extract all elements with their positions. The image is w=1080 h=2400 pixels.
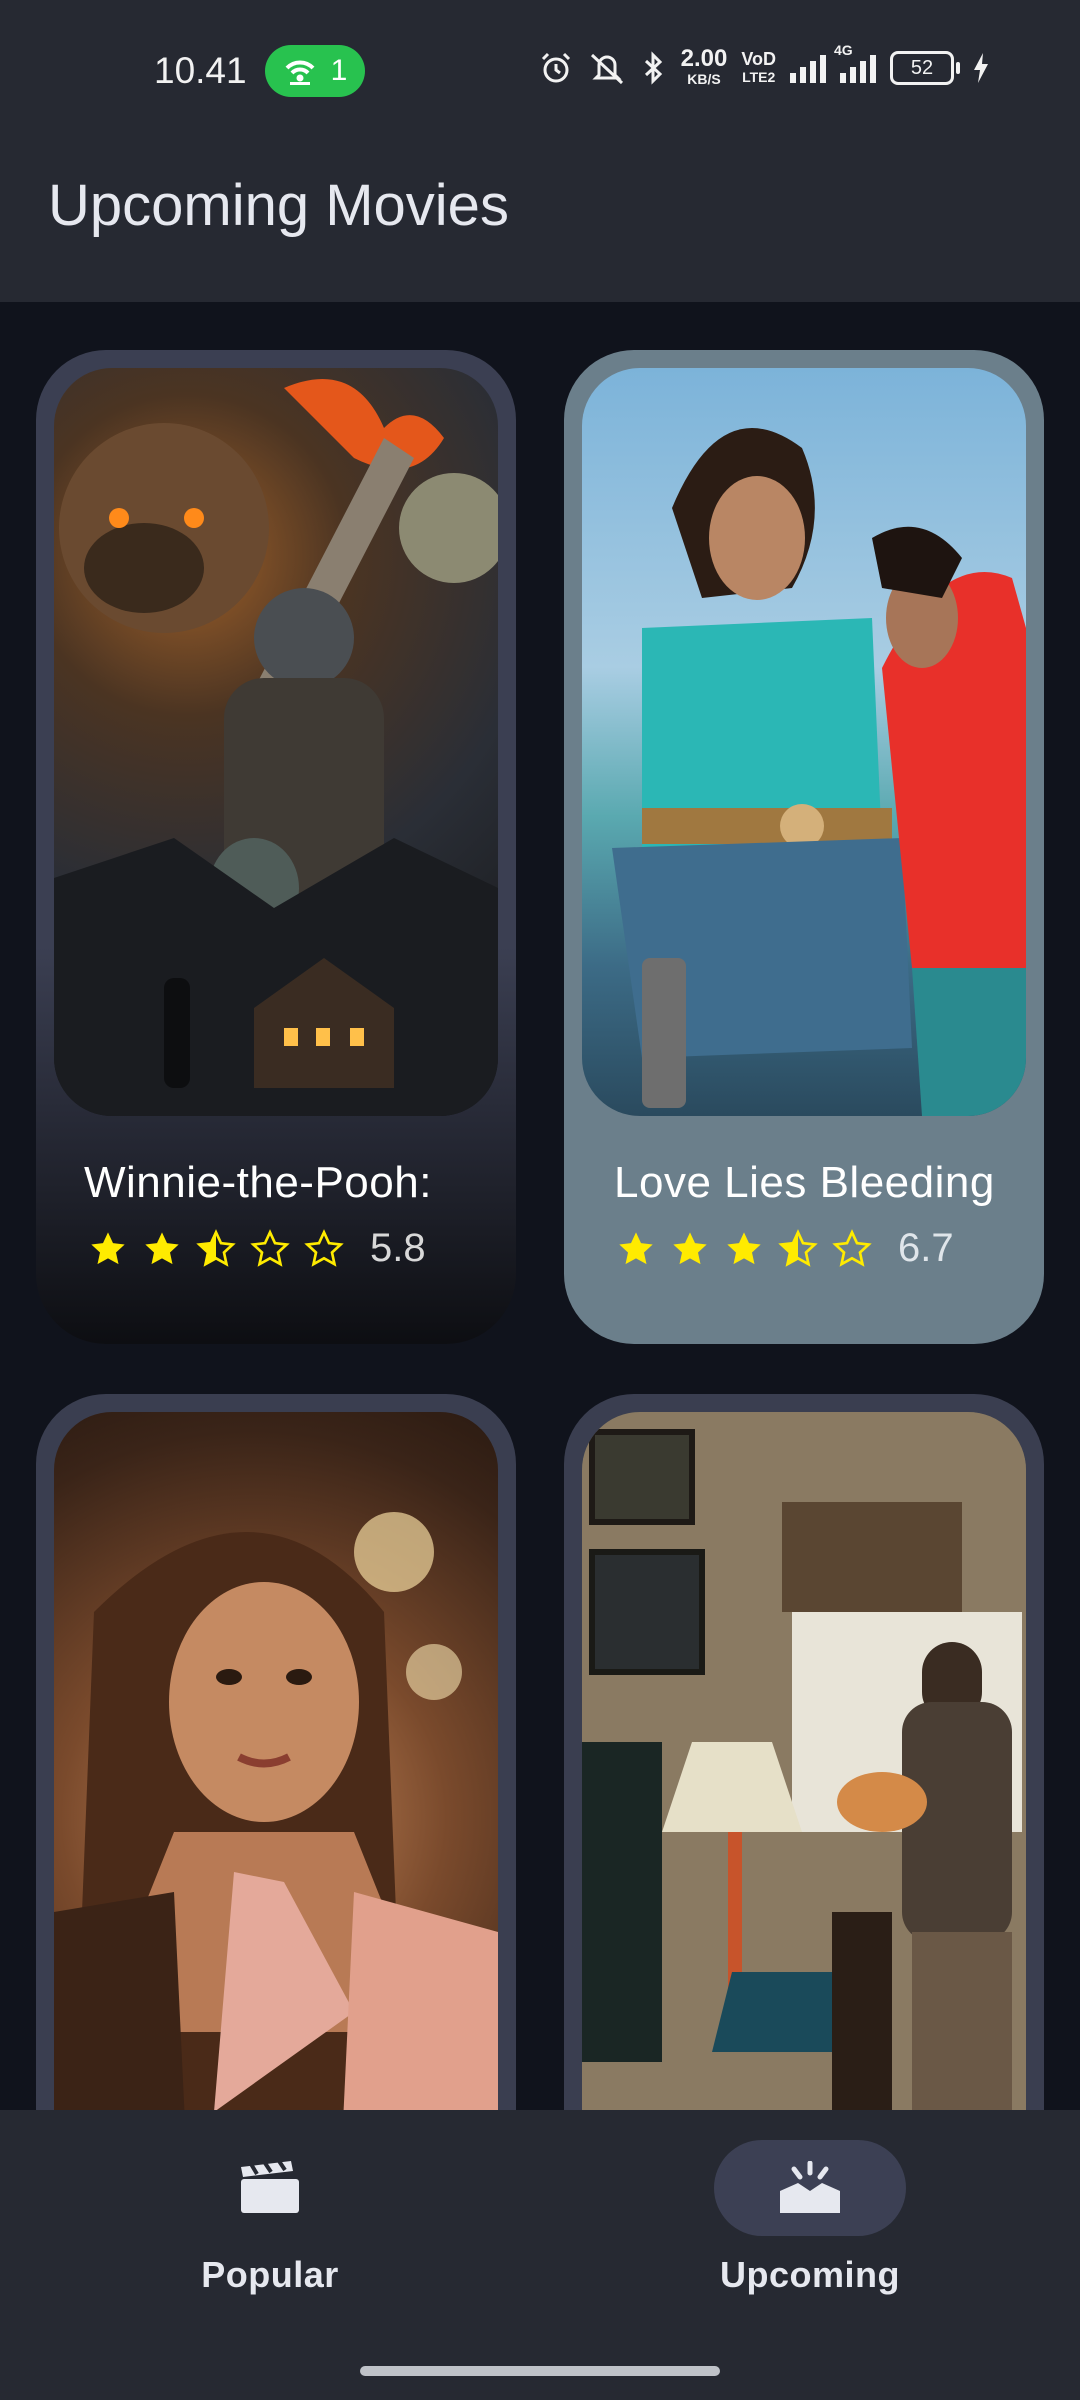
clapperboard-icon: [241, 2161, 299, 2213]
nav-popular[interactable]: Popular: [110, 2140, 430, 2296]
gesture-bar[interactable]: [360, 2366, 720, 2376]
hotspot-icon: [285, 60, 315, 85]
bottom-navigation: Popular Upcoming: [0, 2110, 1080, 2400]
hotspot-badge: 1: [265, 45, 365, 97]
star-full-icon: [619, 1231, 653, 1264]
nav-popular-icon-container: [174, 2140, 366, 2236]
volte-indicator: VoD LTE2: [741, 49, 776, 85]
movie-grid[interactable]: Winnie-the-Pooh: 5.8 Love Lies Bleeding …: [0, 302, 1080, 2110]
star-full-icon: [91, 1231, 125, 1264]
star-empty-icon: [250, 1228, 290, 1267]
net-speed: 2.00 KB/S: [680, 45, 728, 88]
nav-popular-label: Popular: [201, 2254, 339, 2295]
status-icons: 2.00 KB/S VoD LTE2 4G 52: [539, 42, 990, 88]
status-bar: 10.41 1 2.00 KB/S VoD LTE2 4G 52: [0, 0, 1080, 140]
movie-card[interactable]: [36, 1394, 516, 2110]
movie-title: Love Lies Bleeding: [614, 1158, 995, 1207]
movie-poster: [582, 1412, 1026, 2110]
charging-icon: [974, 53, 988, 83]
movie-poster: [582, 368, 1026, 1116]
movie-card[interactable]: [564, 1394, 1044, 2110]
rating-value: 6.7: [898, 1226, 954, 1270]
mute-vibrate-icon: [590, 53, 623, 85]
nav-upcoming-label: Upcoming: [720, 2254, 900, 2295]
movie-rating: 6.7: [616, 1226, 954, 1271]
movie-title: Winnie-the-Pooh:: [84, 1158, 432, 1207]
signal-icon-sim2: 4G: [834, 42, 876, 83]
star-full-icon: [673, 1231, 707, 1264]
signal-icon-sim1: [790, 53, 826, 83]
star-empty-icon: [832, 1228, 872, 1267]
movie-card[interactable]: Winnie-the-Pooh: 5.8: [36, 350, 516, 1344]
battery-icon: 52: [890, 51, 960, 85]
rating-value: 5.8: [370, 1226, 426, 1270]
hotspot-count: 1: [330, 54, 348, 87]
bluetooth-icon: [644, 51, 662, 85]
alarm-icon: [541, 52, 570, 83]
star-half-icon: [778, 1228, 818, 1267]
nav-upcoming-active-indicator: [714, 2140, 906, 2236]
star-full-icon: [727, 1231, 761, 1264]
star-full-icon: [145, 1231, 179, 1264]
nav-upcoming[interactable]: Upcoming: [650, 2140, 970, 2296]
page-title: Upcoming Movies: [48, 173, 509, 238]
app-bar: Upcoming Movies: [0, 140, 1080, 302]
star-half-icon: [196, 1228, 236, 1267]
new-releases-icon: [780, 2161, 840, 2213]
movie-card[interactable]: Love Lies Bleeding 6.7: [564, 350, 1044, 1344]
movie-poster: [54, 1412, 498, 2110]
movie-rating: 5.8: [88, 1226, 426, 1271]
movie-poster: [54, 368, 498, 1116]
star-empty-icon: [304, 1228, 344, 1267]
status-time: 10.41: [154, 50, 247, 91]
